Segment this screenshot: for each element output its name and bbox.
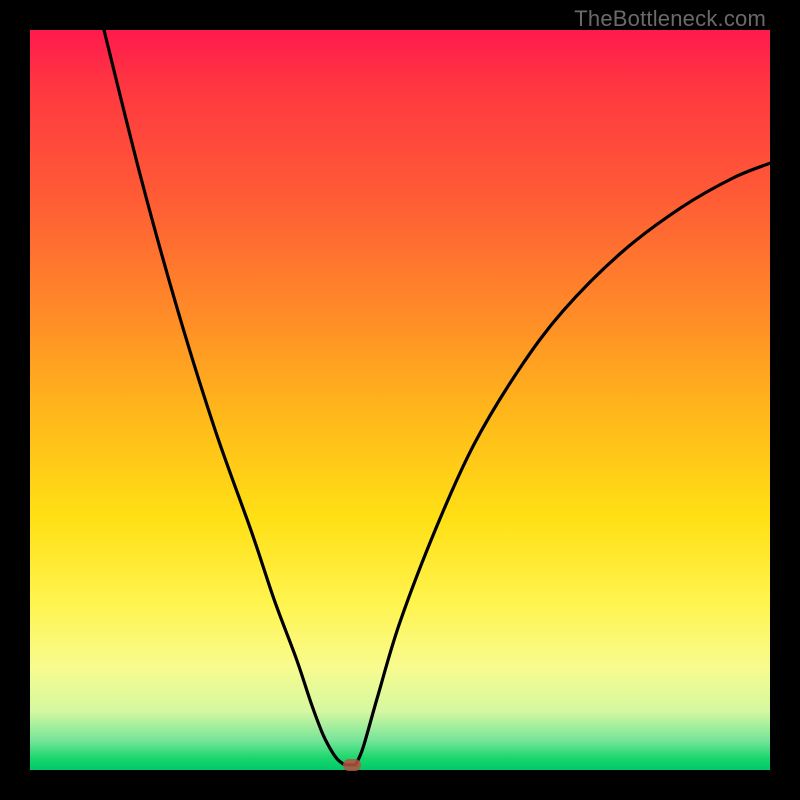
curve-right-branch: [356, 163, 770, 765]
curve-left-branch: [104, 30, 345, 765]
chart-frame: TheBottleneck.com: [0, 0, 800, 800]
plot-area: [30, 30, 770, 770]
bottleneck-marker: [343, 759, 361, 771]
watermark-text: TheBottleneck.com: [574, 6, 766, 32]
bottleneck-curve: [30, 30, 770, 770]
